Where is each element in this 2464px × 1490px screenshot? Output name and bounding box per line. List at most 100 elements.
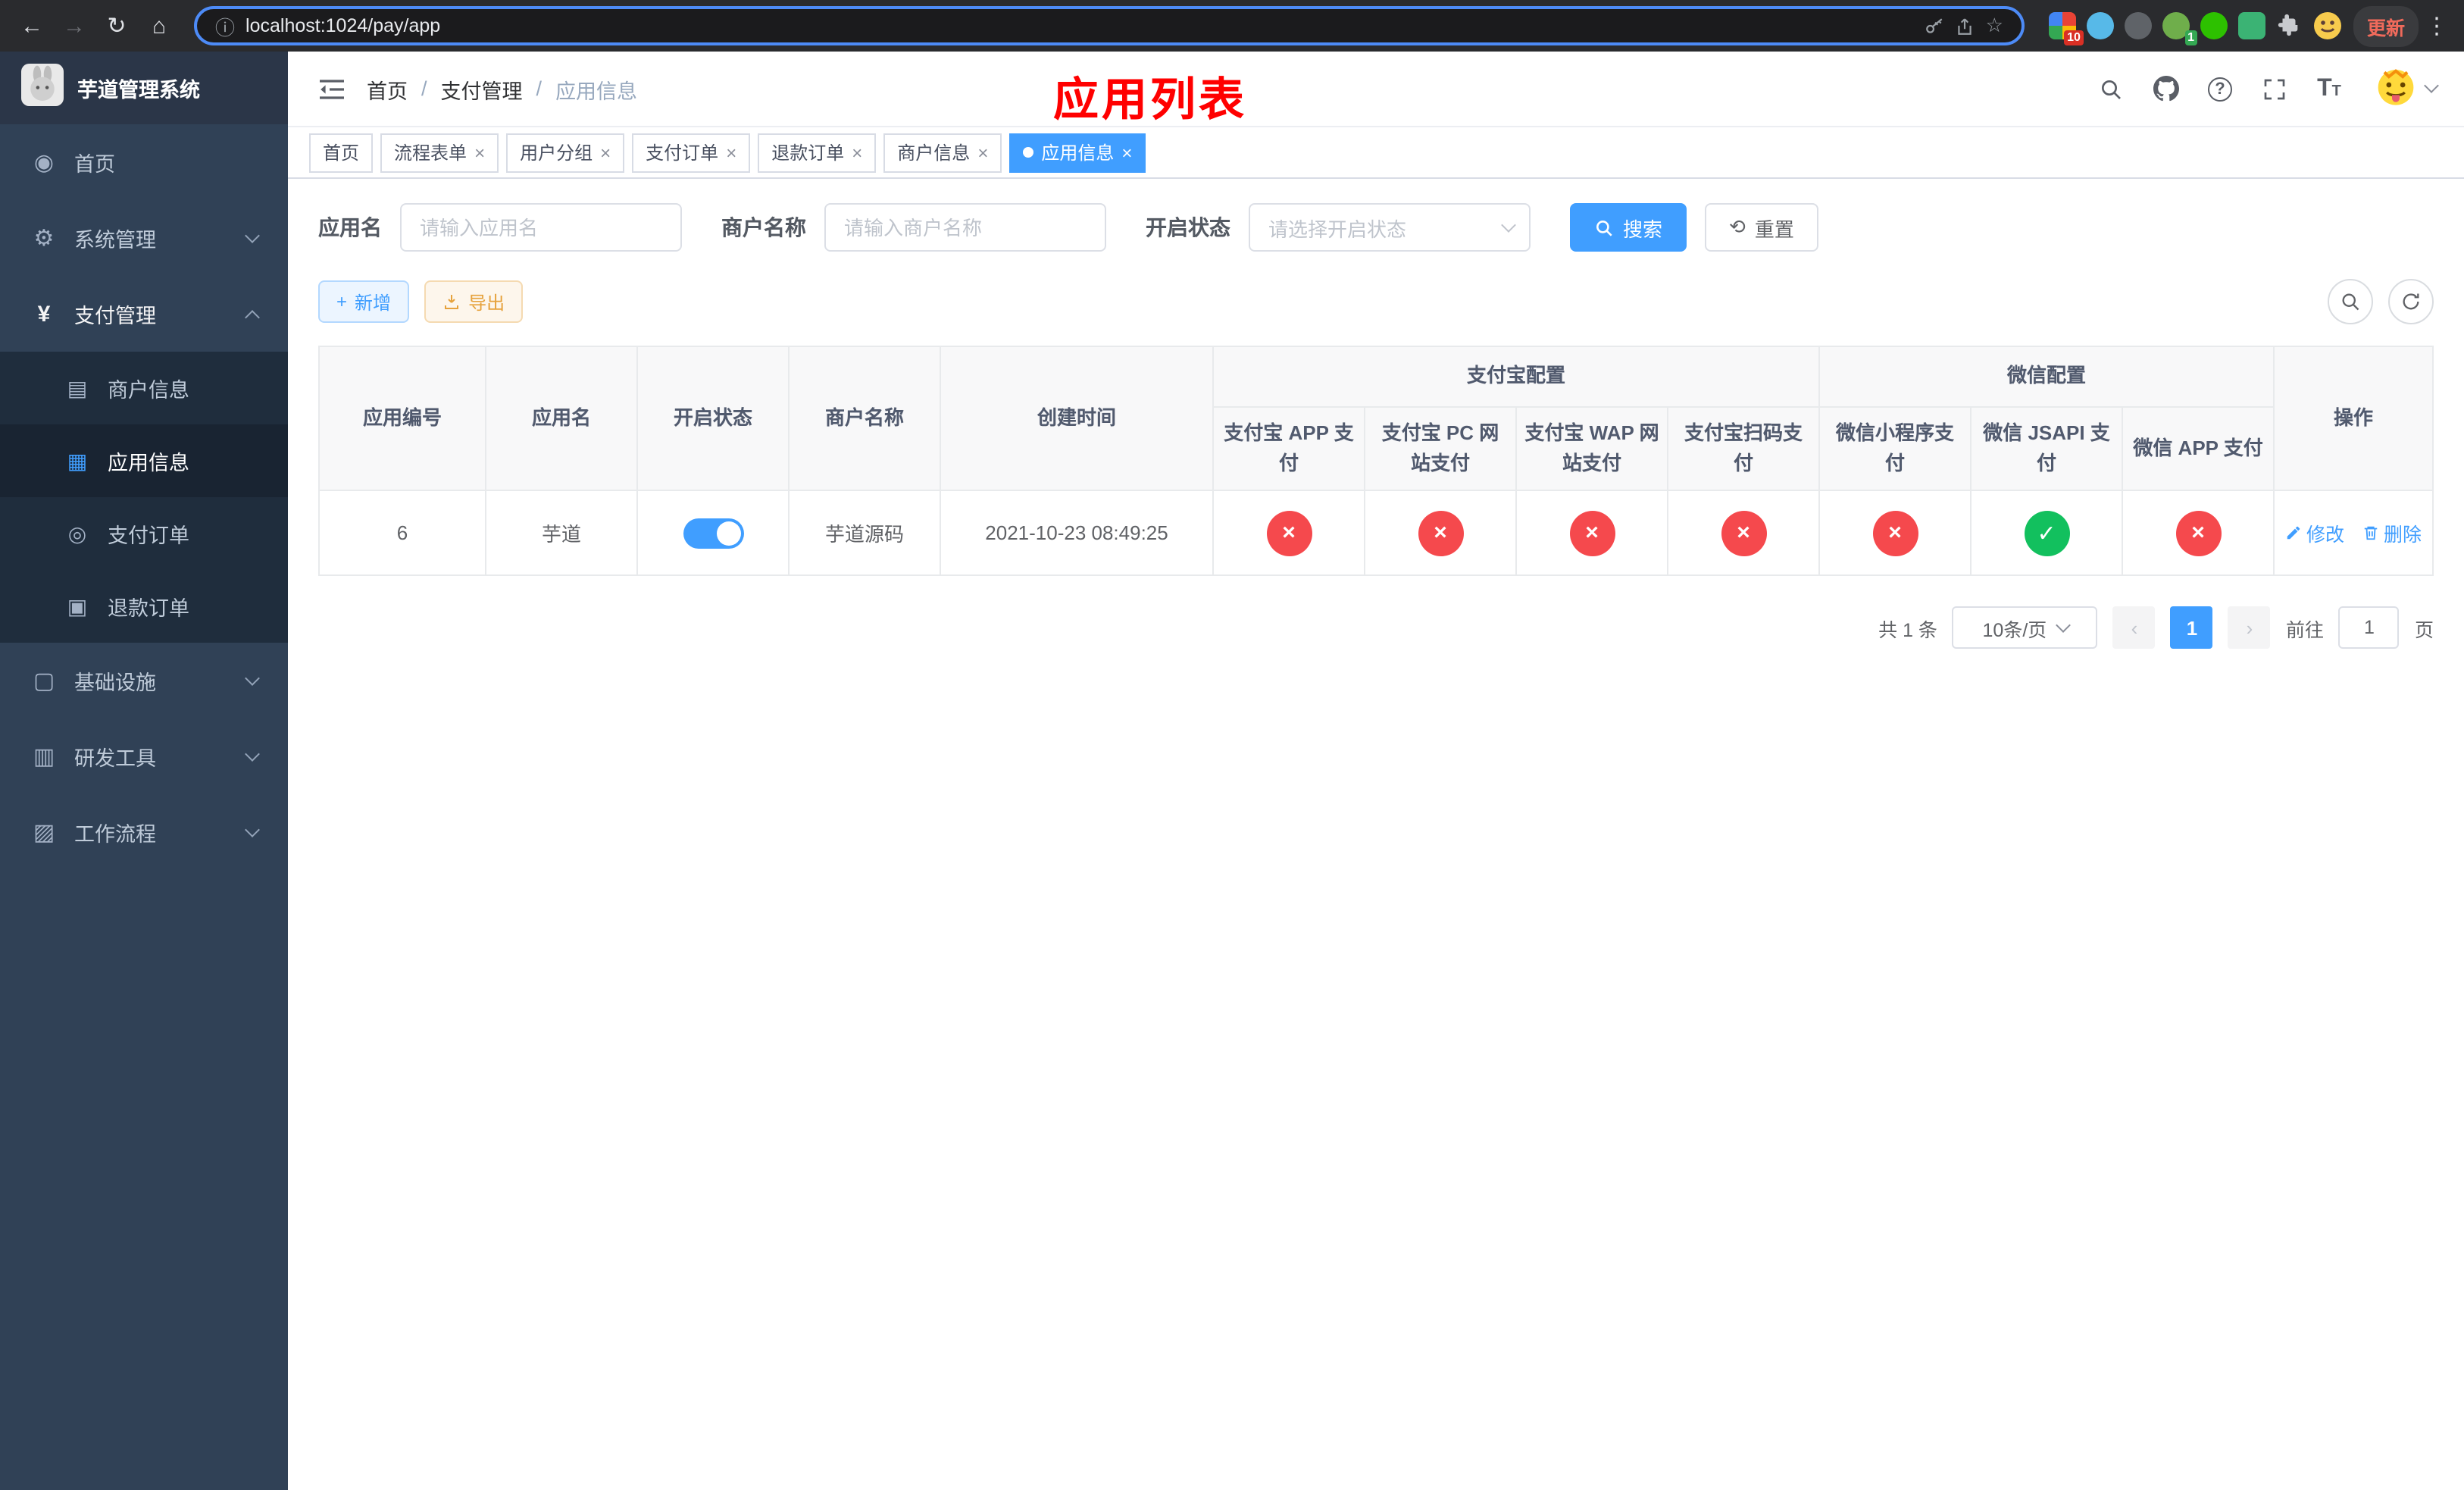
chevron-down-icon (2055, 617, 2071, 633)
page-size-select[interactable]: 10条/页 (1952, 606, 2098, 650)
extension-icon-emoji[interactable] (2313, 12, 2341, 39)
password-key-icon[interactable] (1925, 16, 1945, 36)
close-icon[interactable] (1121, 143, 1132, 161)
tab-app-info[interactable]: 应用信息 (1009, 133, 1146, 172)
delete-link[interactable]: 删除 (2362, 519, 2422, 548)
sidebar: 芋道管理系统 ◉ 首页 ⚙ 系统管理 ¥ 支付管理 ▤ 商户信息 ▦ 应用信息 … (0, 52, 288, 1490)
site-info-icon[interactable]: ⓘ (215, 11, 235, 40)
sidebar-item-merchant-info[interactable]: ▤ 商户信息 (0, 352, 288, 424)
sidebar-item-pay-order[interactable]: ◎ 支付订单 (0, 497, 288, 570)
tab-home[interactable]: 首页 (309, 133, 374, 172)
col-status: 开启状态 (636, 345, 790, 492)
sidebar-item-dev-tools[interactable]: ▥ 研发工具 (0, 718, 288, 794)
cell-alipay-qr: × (1666, 490, 1821, 577)
extension-icon-green-square[interactable] (2237, 12, 2265, 39)
merchant-name-input[interactable] (824, 203, 1106, 252)
col-alipay-app: 支付宝 APP 支付 (1212, 405, 1365, 492)
monitor-icon: ▢ (33, 668, 55, 694)
col-alipay-pc: 支付宝 PC 网站支付 (1364, 405, 1517, 492)
user-menu[interactable] (2373, 62, 2439, 115)
sidebar-item-system[interactable]: ⚙ 系统管理 (0, 200, 288, 276)
status-toggle[interactable] (683, 518, 743, 549)
fullscreen-icon[interactable] (2252, 67, 2297, 110)
app-table: 应用编号 应用名 开启状态 商户名称 创建时间 支付宝配置 微信配置 操作 支付… (318, 345, 2434, 577)
sidebar-item-label: 首页 (74, 153, 115, 176)
next-page-button[interactable]: › (2228, 606, 2271, 650)
pagination: 共 1 条 10条/页 ‹ 1 › 前往 页 (318, 606, 2434, 650)
sidebar-item-infrastructure[interactable]: ▢ 基础设施 (0, 643, 288, 718)
forward-icon[interactable]: → (55, 6, 94, 45)
page-number-button[interactable]: 1 (2170, 606, 2213, 650)
font-size-icon[interactable]: TT (2306, 67, 2352, 110)
tab-merchant-info[interactable]: 商户信息 (883, 133, 1002, 172)
cell-alipay-wap: × (1515, 490, 1668, 577)
extension-icon-dark[interactable] (2124, 12, 2152, 39)
refresh-icon[interactable]: ↻ (97, 6, 136, 45)
add-button[interactable]: + 新增 (318, 280, 410, 323)
status-select[interactable]: 请选择开启状态 (1249, 203, 1531, 252)
close-icon[interactable] (600, 143, 611, 161)
sidebar-item-app-info[interactable]: ▦ 应用信息 (0, 424, 288, 497)
reset-button[interactable]: ⟲ 重置 (1705, 203, 1818, 252)
tab-refund-order[interactable]: 退款订单 (758, 133, 877, 172)
home-icon[interactable]: ⌂ (139, 6, 179, 45)
logo-avatar (21, 63, 64, 113)
search-icon[interactable] (2088, 67, 2134, 110)
breadcrumb-payment[interactable]: 支付管理 (441, 74, 523, 104)
goto-page-input[interactable] (2338, 606, 2400, 650)
chevron-down-icon (245, 671, 260, 686)
sidebar-item-label: 退款订单 (108, 597, 189, 620)
tag-tabs-bar: 首页 流程表单 用户分组 支付订单 退款订单 商户信息 应用信息 (288, 127, 2464, 179)
breadcrumb-separator (421, 77, 427, 100)
col-group-wechat: 微信配置 (1818, 346, 2275, 408)
close-icon[interactable] (977, 143, 988, 161)
sidebar-item-workflow[interactable]: ▨ 工作流程 (0, 794, 288, 870)
github-icon[interactable] (2143, 67, 2188, 110)
sidebar-item-home[interactable]: ◉ 首页 (0, 124, 288, 200)
export-button[interactable]: 导出 (424, 280, 524, 323)
close-icon[interactable] (474, 143, 485, 161)
cell-wechat-jsapi: ✓ (1970, 490, 2124, 577)
sidebar-item-refund-order[interactable]: ▣ 退款订单 (0, 570, 288, 643)
cell-merchant: 芋道源码 (788, 490, 941, 577)
chevron-up-icon (245, 309, 260, 324)
close-icon[interactable] (852, 143, 862, 161)
extension-icon-wechat[interactable] (2200, 12, 2228, 39)
cell-alipay-app: × (1212, 490, 1365, 577)
page-annotation-title: 应用列表 (1053, 76, 1247, 126)
extension-badge: 1 (2184, 30, 2197, 45)
app-name-input[interactable] (400, 203, 682, 252)
browser-menu-icon[interactable]: ⋮ (2422, 12, 2452, 39)
breadcrumb-current: 应用信息 (555, 80, 638, 102)
extensions-puzzle-icon[interactable] (2276, 12, 2303, 39)
app-logo[interactable]: 芋道管理系统 (0, 52, 288, 124)
back-icon[interactable]: ← (12, 6, 52, 45)
address-bar[interactable]: ⓘ localhost:1024/pay/app ☆ (194, 6, 2025, 45)
prev-page-button[interactable]: ‹ (2112, 606, 2156, 650)
col-wechat-mini: 微信小程序支付 (1818, 405, 1972, 492)
sidebar-fold-icon[interactable] (309, 66, 355, 111)
breadcrumb-home[interactable]: 首页 (367, 74, 408, 104)
sidebar-item-payment[interactable]: ¥ 支付管理 (0, 276, 288, 352)
toggle-search-button[interactable] (2328, 279, 2373, 324)
tab-user-group[interactable]: 用户分组 (506, 133, 625, 172)
edit-link[interactable]: 修改 (2285, 519, 2344, 548)
payment-submenu: ▤ 商户信息 ▦ 应用信息 ◎ 支付订单 ▣ 退款订单 (0, 352, 288, 643)
tab-process-form[interactable]: 流程表单 (380, 133, 499, 172)
cell-wechat-mini: × (1818, 490, 1972, 577)
refresh-table-button[interactable] (2388, 279, 2434, 324)
cell-status (636, 490, 790, 577)
tab-pay-order[interactable]: 支付订单 (632, 133, 751, 172)
extension-icon-grid[interactable]: 10 (2048, 12, 2084, 45)
page-content: 应用名 商户名称 开启状态 请选择开启状态 搜索 ⟲ 重置 (288, 179, 2464, 1490)
wechat-jsapi-status-icon: ✓ (2024, 510, 2070, 556)
extension-icon-avatar[interactable]: 1 (2162, 12, 2197, 45)
help-icon[interactable]: ? (2197, 67, 2243, 110)
extension-icon-drop[interactable] (2086, 12, 2114, 39)
close-icon[interactable] (726, 143, 736, 161)
bookmark-star-icon[interactable]: ☆ (1986, 14, 2003, 38)
search-button[interactable]: 搜索 (1570, 203, 1687, 252)
table-utility-buttons (2328, 279, 2434, 324)
share-icon[interactable] (1956, 16, 1975, 36)
browser-update-button[interactable]: 更新 (2353, 5, 2419, 46)
